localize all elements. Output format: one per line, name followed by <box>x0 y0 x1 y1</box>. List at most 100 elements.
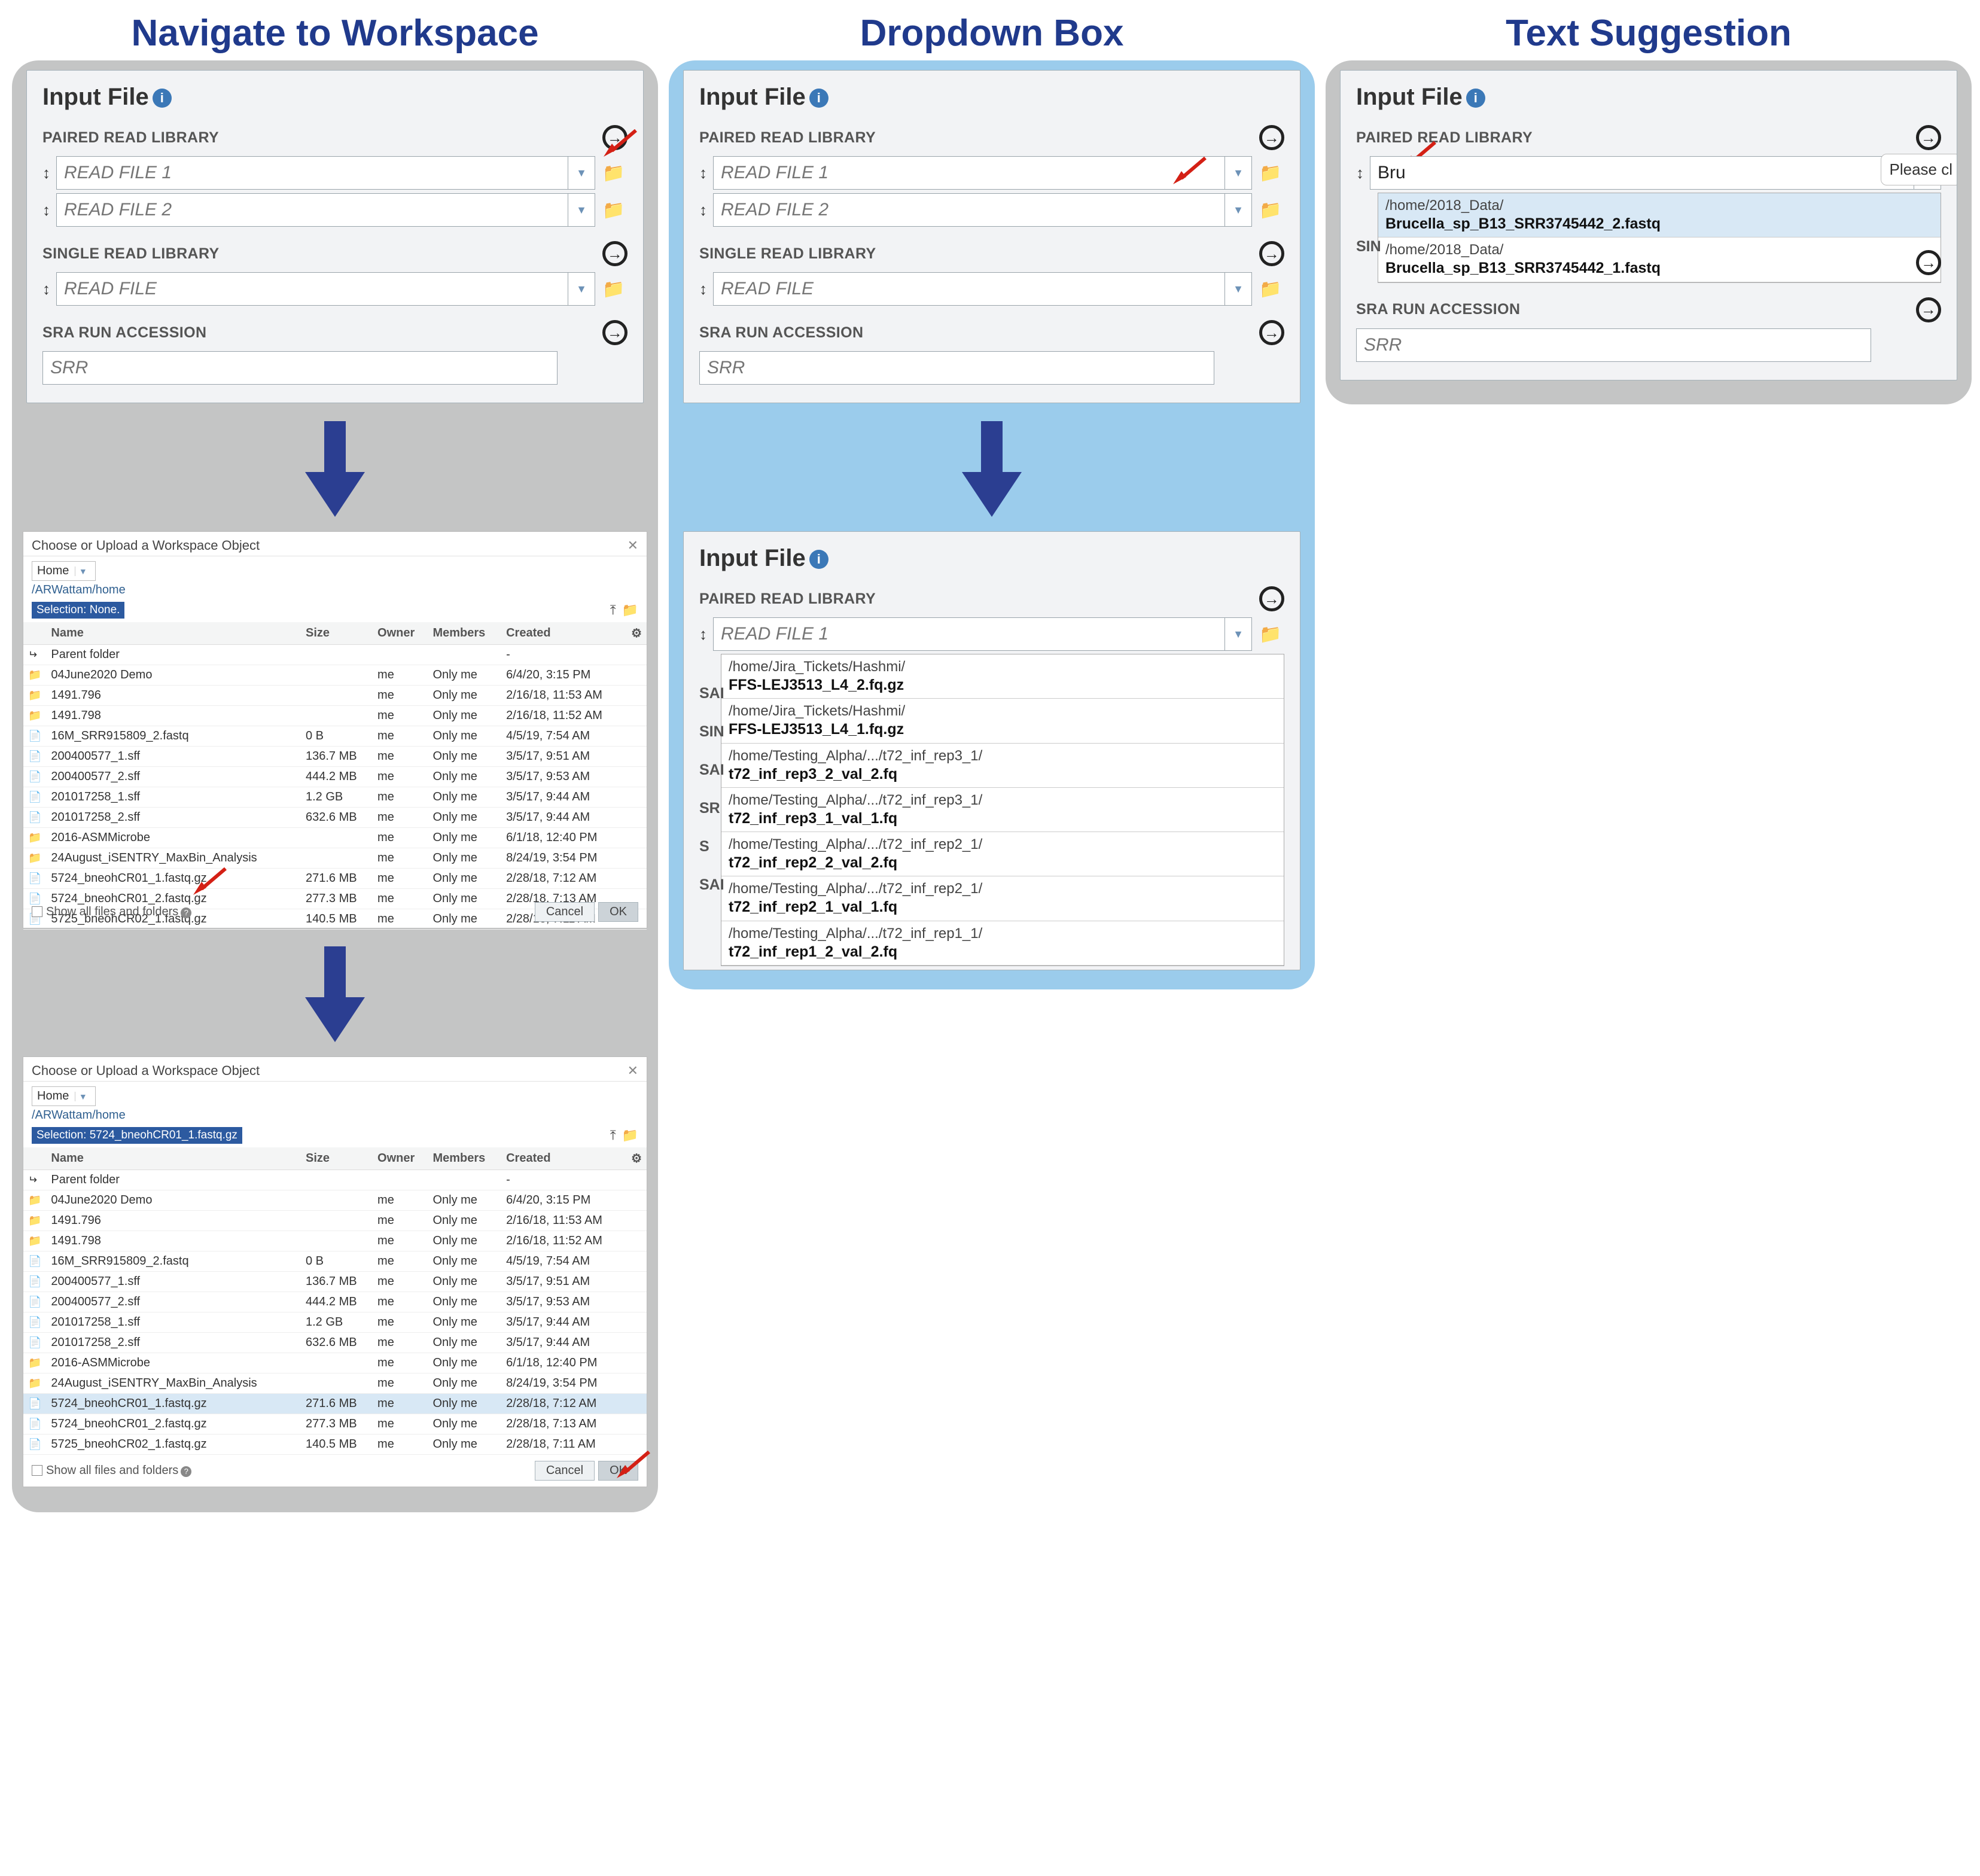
add-paired-icon[interactable] <box>1259 586 1284 611</box>
dropdown-toggle[interactable] <box>1224 272 1252 306</box>
dropdown-item[interactable]: /home/Testing_Alpha/.../t72_inf_rep2_1/t… <box>721 832 1284 876</box>
col-name[interactable]: Name <box>46 1147 301 1170</box>
show-all-checkbox[interactable] <box>32 1465 42 1476</box>
add-single-icon[interactable] <box>1259 241 1284 266</box>
table-row[interactable]: 5724_bneohCR01_2.fastq.gz277.3 MBmeOnly … <box>23 1414 647 1435</box>
upload-icon[interactable]: ⤒ <box>610 602 616 618</box>
col-size[interactable]: Size <box>301 1147 373 1170</box>
sort-icon[interactable] <box>42 281 50 297</box>
dropdown-item[interactable]: /home/Testing_Alpha/.../t72_inf_rep1_1/t… <box>721 921 1284 966</box>
read-file-2-input[interactable] <box>56 193 568 227</box>
col-owner[interactable]: Owner <box>373 1147 428 1170</box>
table-row[interactable]: 5724_bneohCR01_1.fastq.gz271.6 MBmeOnly … <box>23 1394 647 1414</box>
gear-icon[interactable] <box>631 1152 642 1165</box>
help-icon[interactable]: ? <box>181 907 191 918</box>
table-row[interactable]: 24August_iSENTRY_MaxBin_AnalysismeOnly m… <box>23 848 647 869</box>
info-icon[interactable]: i <box>153 89 172 108</box>
col-name[interactable]: Name <box>46 622 301 645</box>
table-row[interactable]: 1491.796meOnly me2/16/18, 11:53 AM <box>23 1211 647 1231</box>
add-sra-icon[interactable] <box>1259 320 1284 345</box>
table-row[interactable]: 16M_SRR915809_2.fastq0 BmeOnly me4/5/19,… <box>23 726 647 747</box>
info-icon[interactable]: i <box>809 89 828 108</box>
dropdown-item[interactable]: /home/Jira_Tickets/Hashmi/FFS-LEJ3513_L4… <box>721 699 1284 743</box>
suggestion-item[interactable]: /home/2018_Data/Brucella_sp_B13_SRR37454… <box>1378 193 1941 237</box>
read-file-input[interactable] <box>713 272 1224 306</box>
table-row[interactable]: 04June2020 DemomeOnly me6/4/20, 3:15 PM <box>23 665 647 686</box>
upload-icon[interactable]: ⤒ <box>610 1128 616 1143</box>
add-paired-icon[interactable] <box>1916 125 1941 150</box>
table-row[interactable]: 24August_iSENTRY_MaxBin_AnalysismeOnly m… <box>23 1374 647 1394</box>
ws-path[interactable]: /ARWattam/home <box>32 1106 638 1125</box>
table-row[interactable]: 1491.796meOnly me2/16/18, 11:53 AM <box>23 686 647 706</box>
dropdown-toggle[interactable] <box>568 272 595 306</box>
table-row[interactable]: 5724_bneohCR01_1.fastq.gz271.6 MBmeOnly … <box>23 869 647 889</box>
table-row[interactable]: 201017258_1.sff1.2 GBmeOnly me3/5/17, 9:… <box>23 787 647 808</box>
browse-folder-icon[interactable] <box>600 200 627 221</box>
table-row[interactable]: 04June2020 DemomeOnly me6/4/20, 3:15 PM <box>23 1190 647 1211</box>
sort-icon[interactable] <box>699 626 707 642</box>
sra-input[interactable] <box>1356 328 1871 362</box>
sort-icon[interactable] <box>42 165 50 181</box>
table-row[interactable]: 200400577_2.sff444.2 MBmeOnly me3/5/17, … <box>23 1292 647 1312</box>
table-row[interactable]: 201017258_2.sff632.6 MBmeOnly me3/5/17, … <box>23 808 647 828</box>
read-file-1-input[interactable] <box>1370 156 1914 190</box>
ws-home-select[interactable]: Home <box>32 561 96 581</box>
dropdown-toggle[interactable] <box>1224 193 1252 227</box>
new-folder-icon[interactable]: 📁 <box>622 1128 638 1143</box>
sort-icon[interactable] <box>699 202 707 218</box>
dropdown-toggle[interactable] <box>1224 617 1252 651</box>
add-paired-icon[interactable] <box>1259 125 1284 150</box>
browse-folder-icon[interactable] <box>1257 200 1284 221</box>
table-row[interactable]: 16M_SRR915809_2.fastq0 BmeOnly me4/5/19,… <box>23 1251 647 1272</box>
col-members[interactable]: Members <box>428 1147 501 1170</box>
close-icon[interactable]: ✕ <box>627 1063 638 1079</box>
read-file-1-input[interactable] <box>713 617 1224 651</box>
read-file-input[interactable] <box>56 272 568 306</box>
sort-icon[interactable] <box>699 281 707 297</box>
col-created[interactable]: Created <box>501 622 626 645</box>
suggestion-item[interactable]: /home/2018_Data/Brucella_sp_B13_SRR37454… <box>1378 237 1941 282</box>
sra-input[interactable] <box>42 351 558 385</box>
col-members[interactable]: Members <box>428 622 501 645</box>
sort-icon[interactable] <box>1356 165 1364 181</box>
ws-path[interactable]: /ARWattam/home <box>32 581 638 599</box>
table-row[interactable]: 1491.798meOnly me2/16/18, 11:52 AM <box>23 1231 647 1251</box>
cancel-button[interactable]: Cancel <box>535 1461 595 1481</box>
dropdown-toggle[interactable] <box>568 156 595 190</box>
add-sra-icon[interactable] <box>602 320 627 345</box>
ws-home-select[interactable]: Home <box>32 1086 96 1106</box>
browse-folder-icon[interactable] <box>1257 279 1284 300</box>
add-single-icon[interactable] <box>602 241 627 266</box>
table-row[interactable]: 200400577_1.sff136.7 MBmeOnly me3/5/17, … <box>23 1272 647 1292</box>
table-row[interactable]: 201017258_2.sff632.6 MBmeOnly me3/5/17, … <box>23 1333 647 1353</box>
table-row[interactable]: 201017258_1.sff1.2 GBmeOnly me3/5/17, 9:… <box>23 1312 647 1333</box>
sort-icon[interactable] <box>699 165 707 181</box>
browse-folder-icon[interactable] <box>600 163 627 184</box>
col-size[interactable]: Size <box>301 622 373 645</box>
browse-folder-icon[interactable] <box>1257 163 1284 184</box>
dropdown-toggle[interactable] <box>1224 156 1252 190</box>
ok-button[interactable]: OK <box>598 902 638 922</box>
ok-button[interactable]: OK <box>598 1461 638 1481</box>
sort-icon[interactable] <box>42 202 50 218</box>
close-icon[interactable]: ✕ <box>627 538 638 553</box>
table-row[interactable]: 2016-ASMMicrobemeOnly me6/1/18, 12:40 PM <box>23 828 647 848</box>
table-row[interactable]: 1491.798meOnly me2/16/18, 11:52 AM <box>23 706 647 726</box>
dropdown-toggle[interactable] <box>568 193 595 227</box>
browse-folder-icon[interactable] <box>600 279 627 300</box>
cancel-button[interactable]: Cancel <box>535 902 595 922</box>
col-owner[interactable]: Owner <box>373 622 428 645</box>
new-folder-icon[interactable]: 📁 <box>622 602 638 618</box>
table-row[interactable]: Parent folder- <box>23 1170 647 1190</box>
read-file-1-input[interactable] <box>713 156 1224 190</box>
col-created[interactable]: Created <box>501 1147 626 1170</box>
browse-folder-icon[interactable] <box>1257 624 1284 645</box>
show-all-checkbox[interactable] <box>32 906 42 917</box>
dropdown-item[interactable]: /home/Testing_Alpha/.../t72_inf_rep3_1/t… <box>721 744 1284 788</box>
add-single-icon[interactable] <box>1916 250 1941 275</box>
read-file-2-input[interactable] <box>713 193 1224 227</box>
info-icon[interactable]: i <box>1466 89 1485 108</box>
add-paired-icon[interactable] <box>602 125 627 150</box>
table-row[interactable]: 2016-ASMMicrobemeOnly me6/1/18, 12:40 PM <box>23 1353 647 1374</box>
info-icon[interactable]: i <box>809 550 828 569</box>
